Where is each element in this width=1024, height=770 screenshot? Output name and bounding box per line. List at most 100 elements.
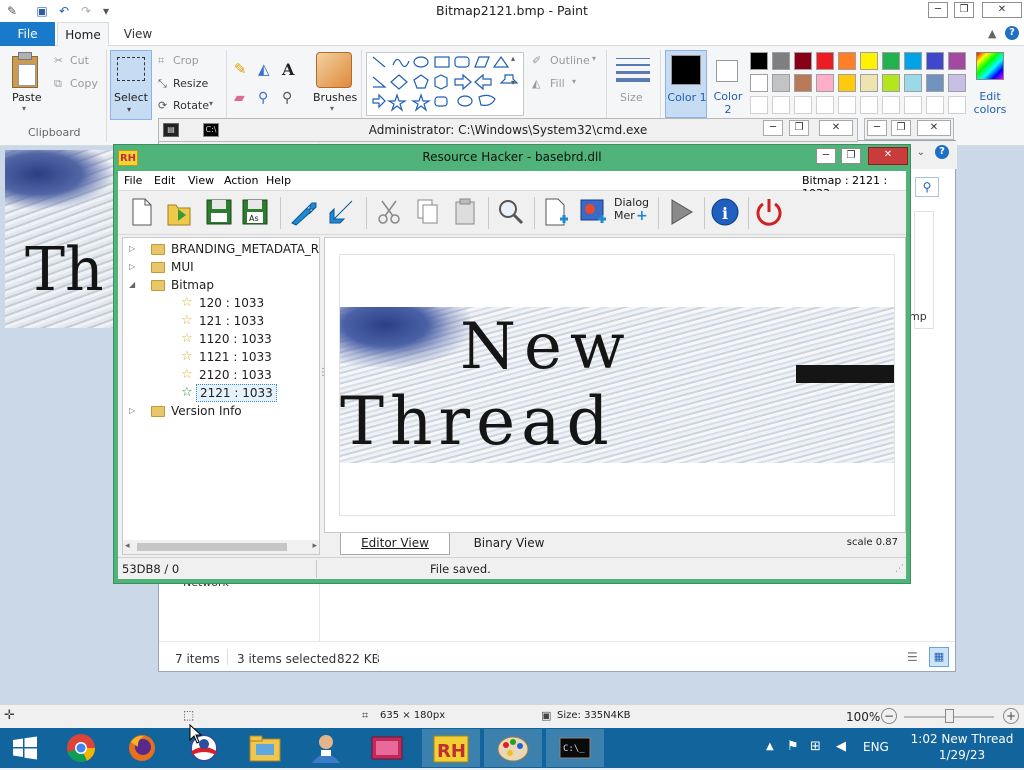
shapes-scroll-down-icon[interactable]: ▾ bbox=[511, 78, 515, 87]
custom-color-swatch[interactable] bbox=[750, 96, 768, 114]
tab-binary-view[interactable]: Binary View bbox=[454, 533, 564, 555]
palette-swatch[interactable] bbox=[750, 52, 768, 70]
run-script-icon[interactable] bbox=[326, 195, 360, 229]
pencil-icon[interactable]: ✎ bbox=[234, 60, 247, 78]
cut-button[interactable]: Cut bbox=[70, 54, 89, 67]
resize-button[interactable]: Resize bbox=[173, 77, 208, 90]
custom-color-swatch[interactable] bbox=[882, 96, 900, 114]
palette-swatch[interactable] bbox=[816, 74, 834, 92]
rh-titlebar[interactable]: RH Resource Hacker - basebrd.dll ─ ❐ ✕ bbox=[114, 145, 910, 171]
action-center-flag-icon[interactable]: ⚑ bbox=[787, 739, 799, 754]
tree-item[interactable]: ▷ Version Info bbox=[123, 402, 319, 420]
tab-view[interactable]: View bbox=[113, 22, 163, 46]
color1-button[interactable]: Color 1 bbox=[665, 50, 707, 118]
dialog-merger-button[interactable]: Dialog Mer + bbox=[614, 196, 652, 230]
taskbar-chrome[interactable] bbox=[52, 729, 110, 767]
tab-editor-view[interactable]: Editor View bbox=[340, 533, 450, 555]
tree-item[interactable]: ▷ MUI bbox=[123, 258, 319, 276]
taskbar-user-app[interactable] bbox=[296, 729, 354, 767]
palette-swatch[interactable] bbox=[904, 74, 922, 92]
language-indicator[interactable]: ENG bbox=[863, 740, 889, 754]
explorer-minimize-button[interactable]: ─ bbox=[867, 120, 887, 136]
tree-item[interactable]: ☆ 121 : 1033 bbox=[123, 312, 319, 330]
tree-item[interactable]: ☆ 1120 : 1033 bbox=[123, 330, 319, 348]
fill-icon[interactable]: ◭ bbox=[258, 60, 270, 78]
explorer-maximize-button[interactable]: ❐ bbox=[891, 120, 911, 136]
details-view-icon[interactable]: ☰ bbox=[907, 650, 918, 664]
paste-button[interactable]: Paste bbox=[12, 91, 42, 104]
palette-swatch[interactable] bbox=[838, 52, 856, 70]
palette-swatch[interactable] bbox=[816, 52, 834, 70]
resize-grip-icon[interactable]: ⋰ bbox=[895, 564, 904, 574]
scroll-left-icon[interactable]: ◂ bbox=[125, 541, 130, 551]
custom-color-swatch[interactable] bbox=[838, 96, 856, 114]
new-file-icon[interactable] bbox=[124, 195, 158, 229]
custom-color-swatch[interactable] bbox=[860, 96, 878, 114]
rh-close-button[interactable]: ✕ bbox=[868, 147, 908, 165]
rh-maximize-button[interactable]: ❐ bbox=[841, 148, 861, 164]
rotate-dropdown-icon[interactable]: ▾ bbox=[209, 99, 213, 108]
taskbar-paint[interactable] bbox=[484, 729, 542, 767]
tree-item[interactable]: ▷ BRANDING_METADATA_RE bbox=[123, 240, 319, 258]
palette-swatch[interactable] bbox=[794, 74, 812, 92]
start-button[interactable] bbox=[4, 732, 46, 764]
close-button[interactable]: ✕ bbox=[982, 2, 1022, 18]
taskbar-media-app[interactable] bbox=[358, 729, 416, 767]
shapes-gallery[interactable] bbox=[366, 52, 524, 116]
help-icon[interactable]: ? bbox=[1005, 26, 1019, 40]
resource-tree[interactable]: ▷ BRANDING_METADATA_RE ▷ MUI ◢ Bitmap ☆ 120 : 1… bbox=[122, 237, 320, 555]
menu-view[interactable]: View bbox=[188, 174, 214, 187]
palette-swatch[interactable] bbox=[926, 52, 944, 70]
open-file-icon[interactable] bbox=[162, 195, 196, 229]
explorer-help-icon[interactable]: ? bbox=[935, 145, 949, 159]
explorer-search-icon[interactable]: ⚲ bbox=[915, 177, 939, 197]
custom-color-swatch[interactable] bbox=[816, 96, 834, 114]
zoom-in-icon[interactable]: + bbox=[1003, 708, 1019, 724]
network-icon[interactable]: ⊞ bbox=[810, 739, 821, 754]
palette-swatch[interactable] bbox=[882, 52, 900, 70]
paint-canvas-image[interactable]: Th bbox=[5, 150, 115, 328]
find-icon[interactable] bbox=[494, 195, 528, 229]
add-image-icon[interactable] bbox=[576, 195, 610, 229]
palette-swatch[interactable] bbox=[860, 52, 878, 70]
copy-icon[interactable] bbox=[410, 195, 444, 229]
rh-minimize-button[interactable]: ─ bbox=[816, 148, 836, 164]
taskbar-resource-hacker[interactable]: RH bbox=[422, 729, 480, 767]
magnifier-icon[interactable]: ⚲ bbox=[282, 90, 292, 106]
brushes-icon[interactable] bbox=[316, 52, 352, 88]
explorer-close-button[interactable]: ✕ bbox=[917, 120, 951, 136]
taskbar-file-explorer[interactable] bbox=[236, 729, 294, 767]
palette-swatch[interactable] bbox=[860, 74, 878, 92]
menu-file[interactable]: File bbox=[124, 174, 142, 187]
palette-swatch[interactable] bbox=[882, 74, 900, 92]
tray-overflow-icon[interactable]: ▲ bbox=[766, 741, 774, 752]
palette-swatch[interactable] bbox=[926, 74, 944, 92]
custom-color-swatch[interactable] bbox=[794, 96, 812, 114]
zoom-slider-thumb[interactable] bbox=[945, 709, 954, 723]
cmd-window-titlebar[interactable]: ▤ C:\ Administrator: C:\Windows\System32… bbox=[158, 118, 858, 142]
copy-button[interactable]: Copy bbox=[70, 77, 98, 90]
fill-button[interactable]: Fill bbox=[550, 77, 565, 90]
color2-button[interactable]: Color 2 bbox=[710, 50, 746, 118]
edit-colors-icon[interactable] bbox=[976, 52, 1004, 80]
rotate-button[interactable]: Rotate bbox=[173, 99, 209, 112]
brushes-dropdown-icon[interactable]: ▾ bbox=[330, 104, 334, 113]
tree-item[interactable]: ☆ 2121 : 1033 bbox=[123, 384, 319, 402]
tree-item[interactable]: ◢ Bitmap bbox=[123, 276, 319, 294]
save-as-icon[interactable]: As bbox=[238, 195, 272, 229]
paste-icon[interactable] bbox=[448, 195, 482, 229]
clock[interactable]: 1:02 New Thread 1/29/23 bbox=[904, 731, 1020, 763]
explorer-ribbon-collapse-icon[interactable]: ⌄ bbox=[917, 147, 925, 158]
tab-file[interactable]: File bbox=[0, 22, 55, 46]
color-picker-icon[interactable]: ⚲ bbox=[258, 90, 268, 106]
expand-icon[interactable]: ▷ bbox=[129, 258, 135, 276]
custom-color-swatch[interactable] bbox=[904, 96, 922, 114]
zoom-out-icon[interactable]: − bbox=[881, 708, 897, 724]
compile-icon[interactable] bbox=[286, 195, 320, 229]
eraser-icon[interactable]: ▰ bbox=[234, 90, 245, 106]
palette-swatch[interactable] bbox=[838, 74, 856, 92]
large-icons-view-icon[interactable]: ▦ bbox=[929, 647, 949, 667]
palette-swatch[interactable] bbox=[750, 74, 768, 92]
taskbar-firefox[interactable] bbox=[112, 729, 170, 767]
cmd-close-button[interactable]: ✕ bbox=[819, 120, 853, 136]
